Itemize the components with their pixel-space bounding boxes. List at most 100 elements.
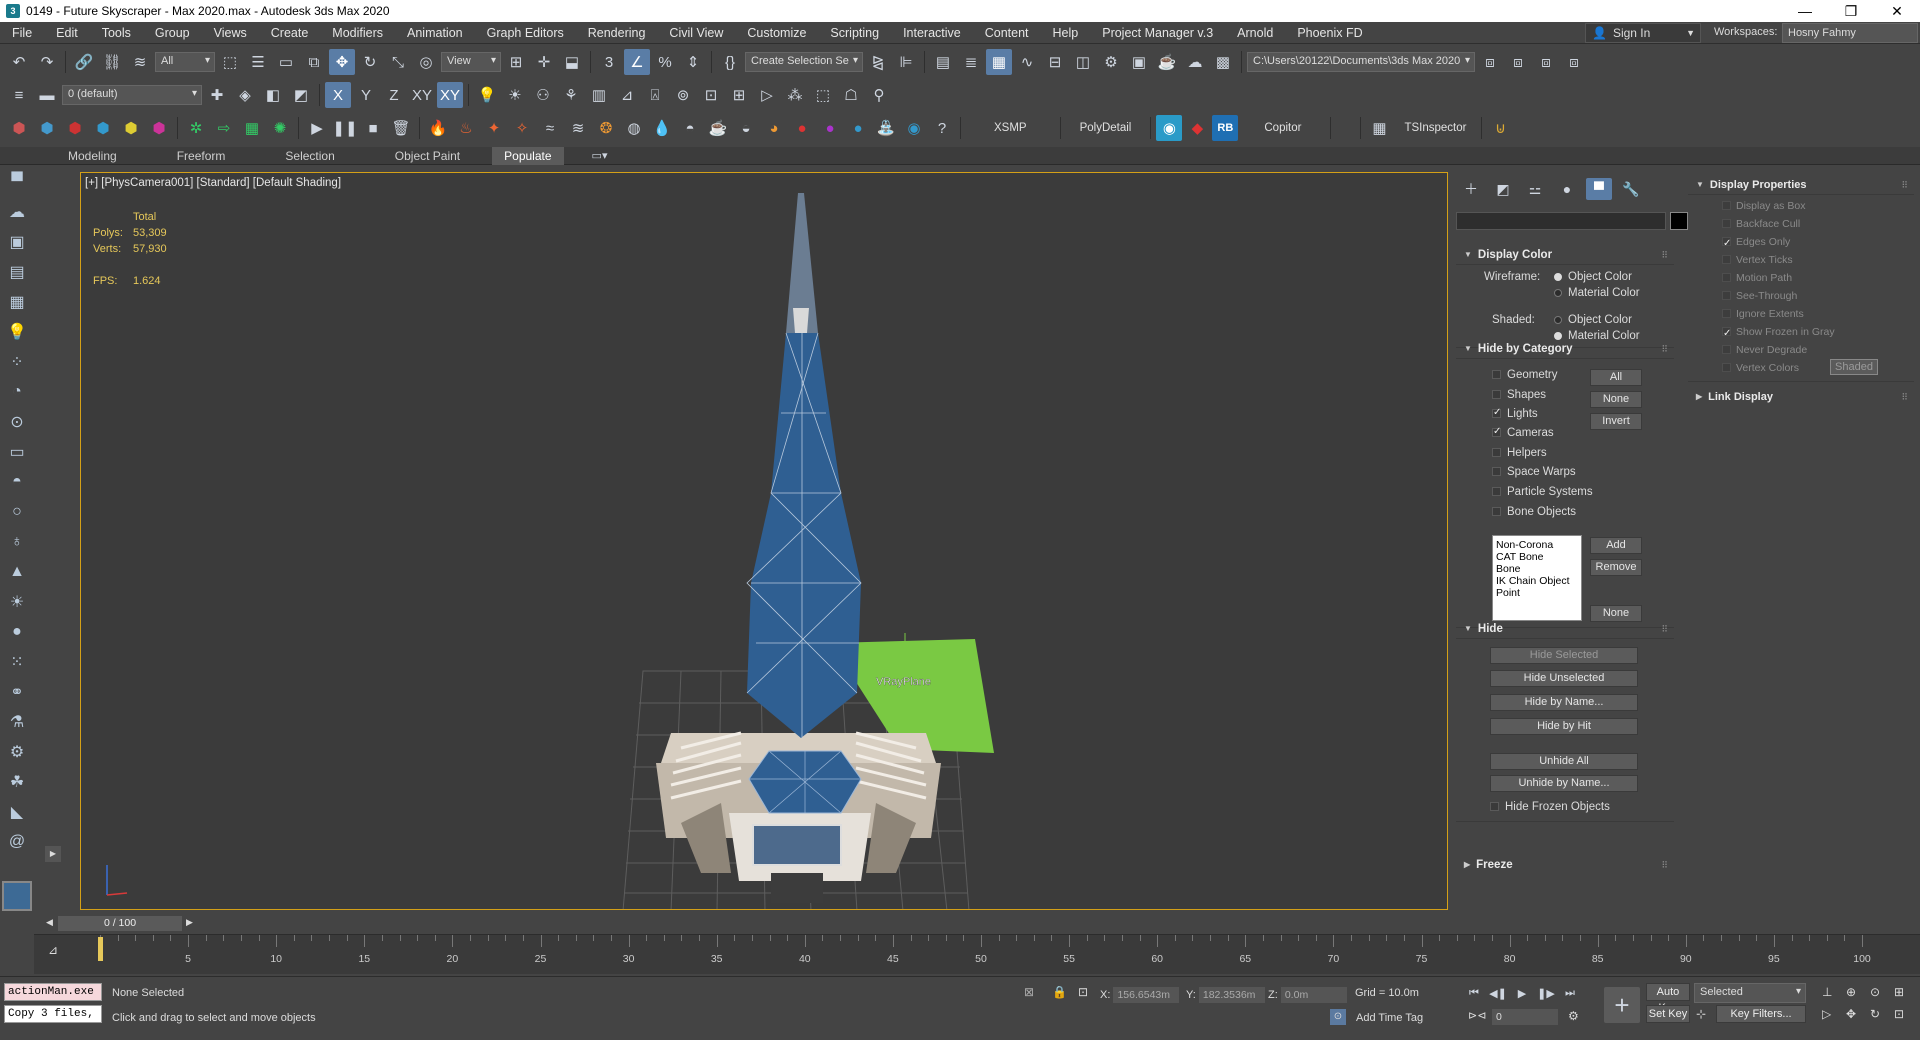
- undo-icon[interactable]: ↶: [6, 49, 32, 75]
- phoenix-blue-icon[interactable]: ●: [845, 115, 871, 141]
- teapot-tool-icon[interactable]: ⚗: [3, 707, 31, 737]
- hide-by-name-button[interactable]: Hide by Name...: [1490, 694, 1638, 711]
- pause-icon[interactable]: ❚❚: [332, 115, 358, 141]
- phoenix-cake-icon[interactable]: ◕: [761, 115, 787, 141]
- maxscript-listener-1[interactable]: actionMan.exe: [4, 983, 102, 1001]
- list-item[interactable]: Non-Corona: [1496, 539, 1578, 551]
- workspace-select[interactable]: Hosny Fahmy: [1782, 23, 1918, 43]
- add-to-layer-icon[interactable]: ◈: [232, 82, 258, 108]
- material-editor-icon[interactable]: ◫: [1070, 49, 1096, 75]
- category-helpers[interactable]: Helpers: [1492, 447, 1547, 459]
- axis-y-icon[interactable]: Y: [353, 82, 379, 108]
- rb-icon[interactable]: RB: [1212, 115, 1239, 141]
- light-bulb-icon[interactable]: 💡: [474, 82, 500, 108]
- category-particle-systems[interactable]: Particle Systems: [1492, 486, 1593, 498]
- tab-object-paint[interactable]: Object Paint: [367, 147, 492, 165]
- collapse-arrow-icon[interactable]: ▶: [45, 846, 61, 862]
- auto-key-button[interactable]: Auto Key: [1646, 983, 1690, 1014]
- percent-snap-icon[interactable]: %: [652, 49, 678, 75]
- lamp-icon[interactable]: ⚲: [866, 82, 892, 108]
- crowd-icon[interactable]: ⚇: [530, 82, 556, 108]
- link-display-header[interactable]: ▶ Link Display ⠿: [1688, 388, 1914, 406]
- frame-icon[interactable]: ⊞: [726, 82, 752, 108]
- list-item[interactable]: Point: [1496, 587, 1578, 599]
- select-in-layer-icon[interactable]: ◧: [260, 82, 286, 108]
- y-value[interactable]: 182.3536m: [1198, 987, 1265, 1003]
- menu-views[interactable]: Views: [202, 26, 259, 40]
- time-config-icon[interactable]: ⚙: [1568, 1009, 1579, 1023]
- film-icon[interactable]: ⊙: [3, 407, 31, 437]
- menu-civil-view[interactable]: Civil View: [657, 26, 735, 40]
- schematic-view-icon[interactable]: ⊟: [1042, 49, 1068, 75]
- vray-obj6-icon[interactable]: ⬢: [146, 115, 172, 141]
- scale-icon[interactable]: ⤡: [385, 49, 411, 75]
- list-item[interactable]: Bone: [1496, 563, 1578, 575]
- z-coord[interactable]: Z: 0.0m: [1268, 987, 1347, 1003]
- select-by-name-icon[interactable]: ☰: [245, 49, 271, 75]
- menu-help[interactable]: Help: [1041, 26, 1091, 40]
- category-lights[interactable]: Lights: [1492, 407, 1538, 420]
- angle-snap-icon[interactable]: ∠: [624, 49, 650, 75]
- cloud-icon[interactable]: ☁: [3, 197, 31, 227]
- align-icon[interactable]: ⊫: [893, 49, 919, 75]
- sun-obj-icon[interactable]: ☀: [3, 587, 31, 617]
- place-icon[interactable]: ◎: [413, 49, 439, 75]
- render-frame-icon[interactable]: ▣: [3, 227, 31, 257]
- prop-vertex-ticks[interactable]: Vertex Ticks: [1688, 251, 1914, 269]
- ribbon-toggle-icon[interactable]: ▦: [986, 49, 1012, 75]
- phoenix-ocean-icon[interactable]: ◓: [677, 115, 703, 141]
- key-filters-button[interactable]: Key Filters...: [1716, 1005, 1806, 1023]
- axis-z-icon[interactable]: Z: [381, 82, 407, 108]
- menu-tools[interactable]: Tools: [90, 26, 143, 40]
- plane-icon[interactable]: ▭: [3, 437, 31, 467]
- category-remove-button[interactable]: Remove: [1590, 559, 1642, 576]
- menu-project-manager[interactable]: Project Manager v.3: [1090, 26, 1225, 40]
- hf-icon[interactable]: ◣: [3, 797, 31, 827]
- menu-file[interactable]: File: [0, 26, 44, 40]
- wireframe-object-color[interactable]: Object Color: [1554, 271, 1632, 283]
- viewport-nav-6-icon[interactable]: ✥: [1846, 1007, 1856, 1021]
- render-setup-icon[interactable]: ⚙: [1098, 49, 1124, 75]
- rect-selection-icon[interactable]: ▭: [273, 49, 299, 75]
- menu-modifiers[interactable]: Modifiers: [320, 26, 395, 40]
- table-icon[interactable]: ▦: [3, 287, 31, 317]
- phoenix-smoke-icon[interactable]: ♨: [453, 115, 479, 141]
- category-filter-list[interactable]: Non-Corona CAT Bone Bone IK Chain Object…: [1492, 535, 1582, 621]
- hierarchy-tab-icon[interactable]: ⚍: [1522, 178, 1548, 200]
- trash-icon[interactable]: 🗑: [388, 115, 414, 141]
- viewport-nav-8-icon[interactable]: ⊡: [1894, 1007, 1904, 1021]
- add-time-tag[interactable]: Add Time Tag: [1356, 1012, 1423, 1024]
- phoenix-cup-icon[interactable]: ☕: [705, 115, 731, 141]
- next-key-icon[interactable]: ❚▶: [1536, 983, 1556, 1003]
- list-item[interactable]: CAT Bone: [1496, 551, 1578, 563]
- prev-key-icon[interactable]: ◀❚: [1488, 983, 1508, 1003]
- modify-tab-icon[interactable]: ◩: [1490, 178, 1516, 200]
- freeze-header[interactable]: ▶ Freeze ⠿: [1456, 856, 1674, 874]
- phoenix-vortex-icon[interactable]: ◍: [621, 115, 647, 141]
- circle-icon[interactable]: ○: [3, 497, 31, 527]
- plant-icon[interactable]: ☘: [3, 767, 31, 797]
- stairs-icon[interactable]: ⊿: [614, 82, 640, 108]
- key-mode-dropdown[interactable]: Selected: [1694, 983, 1806, 1003]
- viewport-nav-7-icon[interactable]: ↻: [1870, 1007, 1880, 1021]
- hide-unselected-button[interactable]: Hide Unselected: [1490, 670, 1638, 687]
- phoenix-red-icon[interactable]: ●: [789, 115, 815, 141]
- phoenix-liquid-icon[interactable]: 💧: [649, 115, 675, 141]
- unhide-by-name-button[interactable]: Unhide by Name...: [1490, 775, 1638, 792]
- key-filter-icon[interactable]: ⊹: [1696, 1007, 1706, 1021]
- window-crossing-icon[interactable]: ⧉: [301, 49, 327, 75]
- help-icon[interactable]: ?: [929, 115, 955, 141]
- prop-ignore-extents[interactable]: Ignore Extents: [1688, 305, 1914, 323]
- hemisphere-icon[interactable]: ◓: [3, 467, 31, 497]
- panel-icon[interactable]: ▥: [586, 82, 612, 108]
- time-marker[interactable]: [98, 937, 103, 961]
- viewport-nav-4-icon[interactable]: ⊞: [1894, 985, 1904, 999]
- redo-icon[interactable]: ↷: [34, 49, 60, 75]
- magnet-icon[interactable]: ⊍: [1487, 115, 1513, 141]
- render-iterative-icon[interactable]: ☁: [1182, 49, 1208, 75]
- sun-icon[interactable]: ☀: [502, 82, 528, 108]
- tab-freeform[interactable]: Freeform: [149, 147, 258, 165]
- rotate-obj-icon[interactable]: ◔: [3, 377, 31, 407]
- render-cloud-icon[interactable]: ▩: [1210, 49, 1236, 75]
- sphere-icon[interactable]: ●: [3, 617, 31, 647]
